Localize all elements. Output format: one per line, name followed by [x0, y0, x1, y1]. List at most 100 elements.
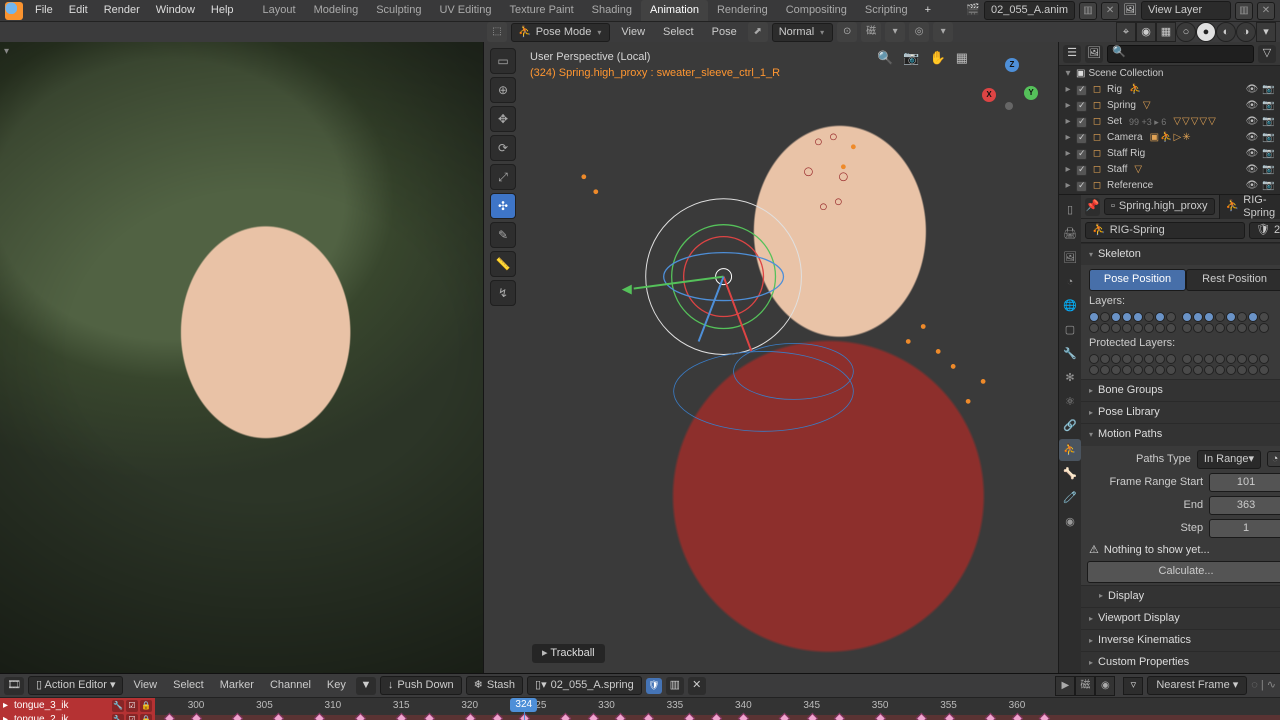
tab-armature[interactable]: ⛹ [1059, 439, 1081, 461]
viewport-menu-view[interactable]: View [614, 24, 652, 41]
layer-cell[interactable] [1237, 354, 1247, 364]
workspace-tab-layout[interactable]: Layout [254, 0, 305, 21]
outliner-viewlayer-icon[interactable]: 🖼 [1085, 45, 1103, 63]
renderable-toggle[interactable]: 📷 [1262, 132, 1276, 144]
shading-options[interactable]: ▾ [1256, 22, 1276, 42]
paths-range-mode[interactable]: ◔ [1267, 451, 1280, 467]
armature-protected-layers[interactable] [1089, 354, 1280, 375]
tab-material[interactable]: ◉ [1059, 511, 1081, 533]
dope-menu-key[interactable]: Key [321, 677, 352, 694]
menu-edit[interactable]: Edit [61, 4, 96, 16]
rest-position-button[interactable]: Rest Position [1186, 269, 1280, 290]
axis-z-icon[interactable]: Z [1005, 58, 1019, 72]
xray-toggle[interactable]: ▦ [1156, 22, 1176, 42]
layer-cell[interactable] [1259, 323, 1269, 333]
layer-cell[interactable] [1248, 354, 1258, 364]
section-skeleton[interactable]: Skeleton [1081, 244, 1280, 265]
editor-type-icon[interactable]: ⬚ [487, 22, 507, 42]
layer-cell[interactable] [1111, 323, 1121, 333]
object-crumb[interactable]: ▫ Spring.high_proxy [1104, 198, 1215, 215]
tab-modifier[interactable]: 🔧 [1059, 343, 1081, 365]
layer-cell[interactable] [1259, 365, 1269, 375]
visibility-toggle[interactable]: 👁 [1245, 100, 1259, 112]
viewlayer-new-button[interactable]: ▥ [1235, 2, 1253, 20]
tool-measure[interactable]: 📏 [490, 251, 516, 277]
workspace-tab-scripting[interactable]: Scripting [856, 0, 917, 21]
layer-cell[interactable] [1155, 323, 1165, 333]
layer-cell[interactable] [1182, 365, 1192, 375]
mode-selector[interactable]: ⛹Pose Mode [511, 23, 610, 42]
layer-cell[interactable] [1133, 354, 1143, 364]
layer-cell[interactable] [1133, 365, 1143, 375]
layer-cell[interactable] [1100, 365, 1110, 375]
shading-matprev[interactable]: ◐ [1216, 22, 1236, 42]
pose-position-button[interactable]: Pose Position [1089, 269, 1186, 290]
visibility-toggle[interactable]: 👁 [1245, 180, 1259, 192]
viewlayer-delete-button[interactable]: ✕ [1257, 2, 1275, 20]
collection-checkbox[interactable] [1076, 85, 1087, 96]
section-ik[interactable]: Inverse Kinematics [1081, 630, 1280, 651]
visibility-toggle[interactable]: 👁 [1245, 164, 1259, 176]
renderable-toggle[interactable]: 📷 [1262, 164, 1276, 176]
axis-gizmo[interactable]: Z X Y [984, 60, 1040, 116]
menu-window[interactable]: Window [148, 4, 203, 16]
layer-cell[interactable] [1155, 312, 1165, 322]
armature-selector[interactable]: ⛹ RIG-Spring [1085, 222, 1245, 239]
layer-cell[interactable] [1182, 354, 1192, 364]
renderable-toggle[interactable]: 📷 [1262, 100, 1276, 112]
section-mp-display[interactable]: Display [1081, 586, 1280, 607]
proportional-dropdown[interactable]: ▾ [933, 22, 953, 42]
tab-scene[interactable]: ◔ [1059, 271, 1081, 293]
viewport-menu-select[interactable]: Select [656, 24, 701, 41]
workspace-tab-compositing[interactable]: Compositing [777, 0, 856, 21]
render-preview-viewport[interactable]: ▾ [0, 42, 483, 673]
layer-cell[interactable] [1100, 323, 1110, 333]
layer-cell[interactable] [1144, 354, 1154, 364]
action-selector[interactable]: ▯▾ 02_055_A.spring [527, 676, 642, 695]
section-pose-library[interactable]: Pose Library [1081, 402, 1280, 423]
tab-object[interactable]: ▢ [1059, 319, 1081, 341]
layer-cell[interactable] [1226, 323, 1236, 333]
workspace-tab-sculpting[interactable]: Sculpting [367, 0, 430, 21]
layer-cell[interactable] [1215, 312, 1225, 322]
add-workspace-button[interactable]: + [917, 4, 939, 17]
layer-cell[interactable] [1089, 312, 1099, 322]
snap-mode-selector[interactable]: Nearest Frame ▾ [1147, 676, 1247, 695]
workspace-tab-uv-editing[interactable]: UV Editing [430, 0, 500, 21]
collection-checkbox[interactable] [1076, 133, 1087, 144]
tool-rotate[interactable]: ⟳ [490, 135, 516, 161]
gizmo-toggle[interactable]: ⌖ [1116, 22, 1136, 42]
layer-cell[interactable] [1133, 312, 1143, 322]
layer-cell[interactable] [1204, 354, 1214, 364]
channel-lock-icon[interactable]: 🔒 [140, 714, 152, 720]
dope-menu-select[interactable]: Select [167, 677, 210, 694]
section-custom-props[interactable]: Custom Properties [1081, 652, 1280, 673]
layer-cell[interactable] [1193, 365, 1203, 375]
layer-cell[interactable] [1226, 354, 1236, 364]
outliner-search[interactable]: 🔍 [1107, 45, 1254, 63]
layer-cell[interactable] [1182, 312, 1192, 322]
layer-cell[interactable] [1166, 323, 1176, 333]
layer-cell[interactable] [1155, 365, 1165, 375]
scene-delete-button[interactable]: ✕ [1101, 2, 1119, 20]
tool-scale[interactable]: ⤢ [490, 164, 516, 190]
layer-cell[interactable] [1204, 323, 1214, 333]
layer-cell[interactable] [1089, 365, 1099, 375]
layer-cell[interactable] [1215, 354, 1225, 364]
proportional-toggle[interactable]: ◎ [909, 22, 929, 42]
renderable-toggle[interactable]: 📷 [1262, 84, 1276, 96]
layer-cell[interactable] [1144, 365, 1154, 375]
layer-cell[interactable] [1215, 365, 1225, 375]
tab-render[interactable]: ▯ [1059, 199, 1081, 221]
channel-mute-icon[interactable]: ☑ [126, 700, 138, 712]
tool-transform[interactable]: ✣ [490, 193, 516, 219]
layer-cell[interactable] [1226, 365, 1236, 375]
outliner-row-staff-rig[interactable]: ▸◻Staff Rig👁📷 [1059, 146, 1280, 162]
tab-constraints[interactable]: 🔗 [1059, 415, 1081, 437]
layer-cell[interactable] [1193, 312, 1203, 322]
snap-dropdown[interactable]: ▾ [885, 22, 905, 42]
3d-viewport[interactable]: ▭ ⊕ ✥ ⟳ ⤢ ✣ ✎ 📏 ↯ User Perspective (Loca… [483, 42, 1058, 673]
tab-world[interactable]: 🌐 [1059, 295, 1081, 317]
action-new-button[interactable]: ▥ [666, 677, 684, 695]
action-fake-user[interactable]: 🛡 [646, 678, 662, 694]
